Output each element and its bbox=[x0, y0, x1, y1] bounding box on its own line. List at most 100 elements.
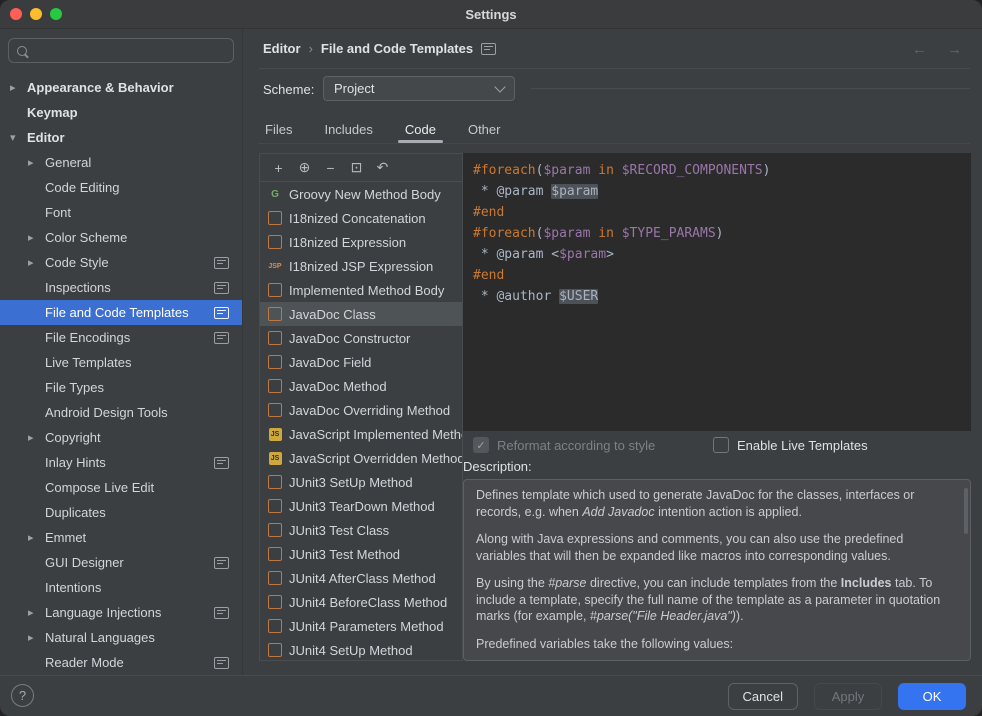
sidebar-item-copyright[interactable]: ▸Copyright bbox=[0, 425, 242, 450]
sidebar-item-inspections[interactable]: Inspections bbox=[0, 275, 242, 300]
template-code-editor[interactable]: #foreach($param in $RECORD_COMPONENTS) *… bbox=[463, 153, 971, 431]
chevron-right-icon[interactable]: ▸ bbox=[10, 81, 27, 94]
sidebar-item-file-types[interactable]: File Types bbox=[0, 375, 242, 400]
template-item-i18nized-jsp-expression[interactable]: JSPI18nized JSP Expression bbox=[260, 254, 462, 278]
template-item-i18nized-expression[interactable]: I18nized Expression bbox=[260, 230, 462, 254]
enable-live-templates-label: Enable Live Templates bbox=[737, 438, 868, 453]
breadcrumb-divider bbox=[259, 68, 970, 69]
sidebar-item-compose-live-edit[interactable]: Compose Live Edit bbox=[0, 475, 242, 500]
sidebar-item-label: Emmet bbox=[45, 530, 86, 545]
sidebar-item-file-encodings[interactable]: File Encodings bbox=[0, 325, 242, 350]
groovy-icon: G bbox=[271, 189, 279, 200]
template-item-label: JUnit4 BeforeClass Method bbox=[289, 595, 447, 610]
chevron-down-icon[interactable]: ▾ bbox=[10, 131, 27, 144]
sidebar-item-live-templates[interactable]: Live Templates bbox=[0, 350, 242, 375]
sidebar-item-label: Reader Mode bbox=[45, 655, 124, 670]
sidebar-item-editor[interactable]: ▾Editor bbox=[0, 125, 242, 150]
template-icon bbox=[268, 283, 282, 297]
sidebar-item-emmet[interactable]: ▸Emmet bbox=[0, 525, 242, 550]
template-item-junit3-test-class[interactable]: JUnit3 Test Class bbox=[260, 518, 462, 542]
chevron-right-icon[interactable]: ▸ bbox=[28, 156, 45, 169]
template-item-javadoc-field[interactable]: JavaDoc Field bbox=[260, 350, 462, 374]
remove-template-button[interactable]: − bbox=[320, 160, 341, 176]
template-item-javadoc-overriding-method[interactable]: JavaDoc Overriding Method bbox=[260, 398, 462, 422]
sidebar-item-gui-designer[interactable]: GUI Designer bbox=[0, 550, 242, 575]
chevron-right-icon[interactable]: ▸ bbox=[28, 606, 45, 619]
template-item-javascript-implemented-method[interactable]: JSJavaScript Implemented Method bbox=[260, 422, 462, 446]
tab-includes[interactable]: Includes bbox=[314, 115, 382, 143]
tab-other[interactable]: Other bbox=[458, 115, 511, 143]
create-child-template-button[interactable]: ⊕ bbox=[294, 159, 315, 176]
template-item-javadoc-constructor[interactable]: JavaDoc Constructor bbox=[260, 326, 462, 350]
template-file-icon bbox=[268, 523, 282, 537]
code-token bbox=[614, 226, 622, 241]
sidebar-item-intentions[interactable]: Intentions bbox=[0, 575, 242, 600]
chevron-right-icon[interactable]: ▸ bbox=[28, 431, 45, 444]
sidebar-item-inlay-hints[interactable]: Inlay Hints bbox=[0, 450, 242, 475]
chevron-right-icon[interactable]: ▸ bbox=[28, 531, 45, 544]
sidebar-item-color-scheme[interactable]: ▸Color Scheme bbox=[0, 225, 242, 250]
sidebar-item-natural-languages[interactable]: ▸Natural Languages bbox=[0, 625, 242, 650]
search-input[interactable] bbox=[27, 43, 233, 58]
template-item-implemented-method-body[interactable]: Implemented Method Body bbox=[260, 278, 462, 302]
template-item-i18nized-concatenation[interactable]: I18nized Concatenation bbox=[260, 206, 462, 230]
template-item-groovy-new-method-body[interactable]: GGroovy New Method Body bbox=[260, 182, 462, 206]
forward-icon[interactable]: → bbox=[947, 41, 962, 58]
sidebar-item-code-style[interactable]: ▸Code Style bbox=[0, 250, 242, 275]
template-item-junit4-afterclass-method[interactable]: JUnit4 AfterClass Method bbox=[260, 566, 462, 590]
sidebar-item-android-design-tools[interactable]: Android Design Tools bbox=[0, 400, 242, 425]
template-item-junit3-setup-method[interactable]: JUnit3 SetUp Method bbox=[260, 470, 462, 494]
sidebar-item-font[interactable]: Font bbox=[0, 200, 242, 225]
code-token: #end bbox=[473, 268, 504, 283]
code-token: $param bbox=[551, 184, 598, 199]
copy-template-button[interactable]: ⊡ bbox=[346, 159, 367, 176]
template-item-javascript-overridden-method[interactable]: JSJavaScript Overridden Method bbox=[260, 446, 462, 470]
sidebar-item-reader-mode[interactable]: Reader Mode bbox=[0, 650, 242, 675]
sidebar-item-label: File and Code Templates bbox=[45, 305, 189, 320]
tab-code[interactable]: Code bbox=[395, 115, 446, 143]
reset-to-default-button[interactable]: ↶ bbox=[372, 159, 393, 176]
js-file-icon: JS bbox=[268, 451, 282, 465]
add-template-button[interactable]: + bbox=[268, 160, 289, 176]
sidebar-item-label: Font bbox=[45, 205, 71, 220]
scheme-select[interactable]: Project bbox=[323, 76, 515, 101]
sidebar-item-label: General bbox=[45, 155, 91, 170]
template-item-javadoc-class[interactable]: JavaDoc Class bbox=[260, 302, 462, 326]
template-item-label: JUnit4 Parameters Method bbox=[289, 619, 444, 634]
sidebar-item-appearance-behavior[interactable]: ▸Appearance & Behavior bbox=[0, 75, 242, 100]
code-line: #foreach($param in $TYPE_PARAMS) bbox=[473, 223, 971, 244]
template-item-label: JavaDoc Field bbox=[289, 355, 371, 370]
sidebar-item-general[interactable]: ▸General bbox=[0, 150, 242, 175]
template-item-label: Implemented Method Body bbox=[289, 283, 444, 298]
sidebar-item-file-and-code-templates[interactable]: File and Code Templates bbox=[0, 300, 242, 325]
sidebar-item-code-editing[interactable]: Code Editing bbox=[0, 175, 242, 200]
template-item-junit3-test-method[interactable]: JUnit3 Test Method bbox=[260, 542, 462, 566]
chevron-right-icon[interactable]: ▸ bbox=[28, 256, 45, 269]
cancel-button[interactable]: Cancel bbox=[728, 683, 798, 710]
template-item-junit4-setup-method[interactable]: JUnit4 SetUp Method bbox=[260, 638, 462, 661]
template-item-junit3-teardown-method[interactable]: JUnit3 TearDown Method bbox=[260, 494, 462, 518]
settings-search-box[interactable] bbox=[8, 38, 234, 63]
template-item-junit4-beforeclass-method[interactable]: JUnit4 BeforeClass Method bbox=[260, 590, 462, 614]
code-token: ) bbox=[763, 163, 771, 178]
template-file-icon bbox=[268, 571, 282, 585]
chevron-right-icon[interactable]: ▸ bbox=[28, 231, 45, 244]
template-item-javadoc-method[interactable]: JavaDoc Method bbox=[260, 374, 462, 398]
template-item-label: JavaScript Implemented Method bbox=[289, 427, 462, 442]
sidebar-item-duplicates[interactable]: Duplicates bbox=[0, 500, 242, 525]
sidebar-item-label: File Encodings bbox=[45, 330, 130, 345]
template-item-junit4-parameters-method[interactable]: JUnit4 Parameters Method bbox=[260, 614, 462, 638]
back-icon[interactable]: ← bbox=[912, 41, 927, 58]
chevron-right-icon[interactable]: ▸ bbox=[28, 631, 45, 644]
breadcrumb-item-file-and-code-templates[interactable]: File and Code Templates bbox=[321, 41, 473, 56]
code-token: in bbox=[598, 163, 614, 178]
sidebar-item-language-injections[interactable]: ▸Language Injections bbox=[0, 600, 242, 625]
tab-files[interactable]: Files bbox=[255, 115, 302, 143]
template-file-icon bbox=[268, 595, 282, 609]
description-scrollbar[interactable] bbox=[964, 488, 968, 534]
breadcrumb-item-editor[interactable]: Editor bbox=[263, 41, 301, 56]
help-icon[interactable]: ? bbox=[11, 684, 34, 707]
enable-live-templates-checkbox[interactable] bbox=[713, 437, 729, 453]
sidebar-item-keymap[interactable]: Keymap bbox=[0, 100, 242, 125]
ok-button[interactable]: OK bbox=[898, 683, 966, 710]
